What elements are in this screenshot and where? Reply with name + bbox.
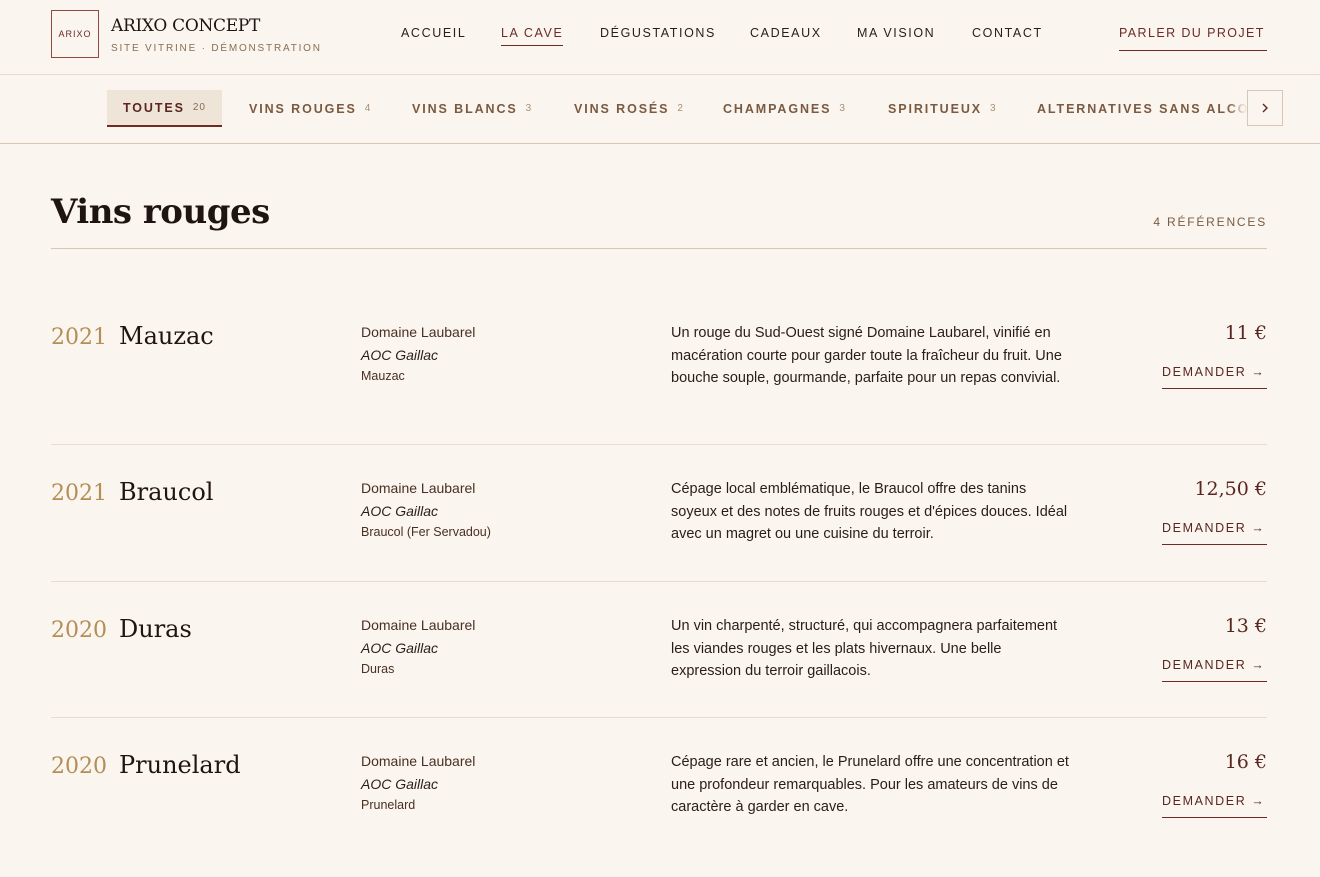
wine-appellation: AOC Gaillac	[361, 347, 439, 363]
wine-vintage: 2020	[51, 618, 107, 643]
ask-button[interactable]: DEMANDER →	[1162, 794, 1267, 818]
tab-label: VINS ROUGES	[249, 101, 357, 116]
nav-cadeaux[interactable]: CADEAUX	[750, 26, 822, 40]
logo[interactable]: ARIXO	[51, 10, 99, 58]
talk-project-button[interactable]: PARLER DU PROJET	[1119, 26, 1267, 51]
tab-toutes[interactable]: TOUTES 20	[107, 90, 222, 127]
wine-name: Braucol	[119, 478, 214, 506]
wine-vintage: 2021	[51, 481, 107, 506]
wine-title: 2020 Duras	[51, 615, 192, 643]
wine-grape: Prunelard	[361, 798, 416, 812]
wine-title: 2021 Mauzac	[51, 322, 214, 350]
brand-name[interactable]: ARIXO CONCEPT	[111, 16, 260, 36]
wine-producer: Domaine Laubarel	[361, 753, 476, 769]
tab-label: ALTERNATIVES SANS ALCOOL	[1037, 101, 1248, 116]
tab-champagnes[interactable]: CHAMPAGNES 3	[723, 90, 846, 127]
wine-title: 2020 Prunelard	[51, 751, 241, 779]
tab-label: TOUTES	[123, 100, 185, 115]
wine-producer: Domaine Laubarel	[361, 617, 476, 633]
tab-count: 4	[364, 103, 372, 114]
wine-producer: Domaine Laubarel	[361, 480, 476, 496]
tab-count: 2	[677, 103, 684, 114]
nav-accueil[interactable]: ACCUEIL	[401, 26, 466, 40]
row-divider	[51, 444, 1267, 445]
references-count: 4 RÉFÉRENCES	[1153, 215, 1267, 229]
wine-appellation: AOC Gaillac	[361, 503, 439, 519]
wine-appellation: AOC Gaillac	[361, 776, 439, 792]
site-header: ARIXO ARIXO CONCEPT SITE VITRINE · DÉMON…	[0, 0, 1320, 75]
tab-spiritueux[interactable]: SPIRITUEUX 3	[888, 90, 997, 127]
wine-meta: Domaine Laubarel AOC Gaillac Prunelard	[361, 751, 641, 815]
tab-label: CHAMPAGNES	[723, 101, 832, 116]
category-scroll-next-button[interactable]	[1247, 90, 1283, 126]
wine-vintage: 2020	[51, 754, 107, 779]
tab-alternatives-sans-alcool[interactable]: ALTERNATIVES SANS ALCOOL	[1037, 90, 1248, 127]
wine-grape: Duras	[361, 662, 395, 676]
tab-label: SPIRITUEUX	[888, 101, 983, 116]
tab-vins-blancs[interactable]: VINS BLANCS 3	[412, 90, 532, 127]
tab-count: 3	[990, 103, 997, 114]
ask-button[interactable]: DEMANDER →	[1162, 658, 1267, 682]
wine-producer: Domaine Laubarel	[361, 324, 476, 340]
tab-count: 3	[525, 103, 533, 114]
nav-degustations[interactable]: DÉGUSTATIONS	[600, 26, 716, 40]
wine-name: Prunelard	[119, 751, 241, 779]
section-title: Vins rouges	[51, 192, 270, 232]
wine-price: 13 €	[1224, 615, 1267, 637]
tab-count: 3	[839, 103, 846, 114]
wine-grape: Braucol (Fer Servadou)	[361, 525, 491, 539]
row-divider	[51, 717, 1267, 718]
wine-price: 11 €	[1224, 322, 1267, 344]
tab-vins-rouges[interactable]: VINS ROUGES 4	[249, 90, 371, 127]
wine-description: Cépage rare et ancien, le Prunelard offr…	[671, 754, 1069, 816]
brand-tagline: SITE VITRINE · DÉMONSTRATION	[111, 43, 322, 54]
wine-meta: Domaine Laubarel AOC Gaillac Mauzac	[361, 322, 641, 386]
nav-contact[interactable]: CONTACT	[972, 26, 1043, 40]
chevron-right-icon	[1262, 103, 1268, 113]
ask-button[interactable]: DEMANDER →	[1162, 521, 1267, 545]
wine-price: 16 €	[1224, 751, 1267, 773]
wine-name: Mauzac	[119, 322, 214, 350]
category-bar: TOUTES 20 VINS ROUGES 4 VINS BLANCS 3 VI…	[0, 75, 1320, 144]
tab-vins-roses[interactable]: VINS ROSÉS 2	[574, 90, 684, 127]
ask-button[interactable]: DEMANDER →	[1162, 365, 1267, 389]
wine-appellation: AOC Gaillac	[361, 640, 439, 656]
tab-count: 20	[192, 102, 206, 113]
tab-label: VINS BLANCS	[412, 101, 518, 116]
logo-text: ARIXO	[58, 29, 92, 39]
section-divider	[51, 248, 1267, 249]
wine-description: Un rouge du Sud-Ouest signé Domaine Laub…	[671, 325, 1062, 387]
category-tabs: TOUTES 20 VINS ROUGES 4 VINS BLANCS 3 VI…	[0, 75, 1248, 143]
wine-description: Cépage local emblématique, le Braucol of…	[671, 481, 1068, 543]
wine-meta: Domaine Laubarel AOC Gaillac Braucol (Fe…	[361, 478, 641, 542]
tab-label: VINS ROSÉS	[574, 101, 670, 116]
row-divider	[51, 581, 1267, 582]
nav-la-cave[interactable]: LA CAVE	[501, 26, 564, 46]
wine-vintage: 2021	[51, 325, 107, 350]
wine-title: 2021 Braucol	[51, 478, 213, 506]
nav-ma-vision[interactable]: MA VISION	[857, 26, 935, 40]
wine-price: 12,50 €	[1194, 478, 1267, 500]
wine-grape: Mauzac	[361, 369, 405, 383]
wine-name: Duras	[119, 615, 192, 643]
wine-meta: Domaine Laubarel AOC Gaillac Duras	[361, 615, 641, 679]
wine-description: Un vin charpenté, structuré, qui accompa…	[671, 618, 1058, 680]
